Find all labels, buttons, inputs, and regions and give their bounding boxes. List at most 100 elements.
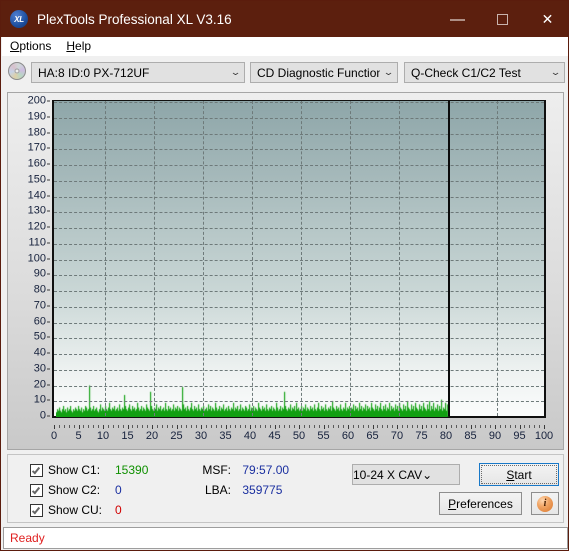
x-axis-tick-minor [406, 425, 408, 428]
y-axis-tick [47, 100, 50, 102]
x-axis-tick-minor [450, 425, 452, 428]
x-axis-tick-minor [475, 425, 477, 428]
menu-item-help[interactable]: Help [58, 37, 98, 56]
show-c1-checkbox[interactable] [30, 463, 43, 477]
y-axis-tick-label: 20 [33, 378, 46, 390]
lba-value: 359775 [242, 483, 283, 497]
x-axis-tick-label: 30 [194, 430, 208, 442]
speed-select-value: 10-24 X CAV [353, 467, 423, 482]
y-axis-tick-label: 140 [27, 189, 46, 201]
x-axis-tick [348, 425, 349, 429]
x-axis-tick-minor [284, 425, 286, 428]
x-axis-tick-minor [132, 425, 134, 428]
x-axis-tick-minor [367, 425, 369, 428]
drive-select[interactable]: HA:8 ID:0 PX-712UF ⌄ [31, 62, 245, 83]
chart-panel: 0 10 20 30 40 50 60 70 80 90 100 110 120 130 140 150 160… [7, 92, 564, 450]
y-axis-tick-label: 130 [27, 204, 46, 217]
y-axis-tick [47, 368, 50, 370]
x-axis-tick-minor [460, 425, 462, 428]
preferences-button[interactable]: Preferences [439, 492, 522, 515]
chevron-down-icon: ⌄ [382, 67, 395, 77]
x-axis-tick [323, 425, 325, 429]
show-c1-label: Show C1: [48, 463, 101, 477]
x-axis-tick-minor [191, 425, 193, 428]
preferences-accel: P [448, 496, 457, 511]
test-select[interactable]: Q-Check C1/C2 Test ⌄ [404, 62, 565, 83]
function-select[interactable]: CD Diagnostic Functions ⌄ [250, 62, 398, 83]
x-axis-tick-label: 85 [464, 430, 477, 442]
y-axis-tick-label: 70 [33, 299, 46, 312]
y-axis-tick [47, 147, 50, 149]
window-controls: — ✕ [435, 1, 568, 37]
x-axis-tick-label: 15 [121, 430, 134, 442]
y-axis-tick-label: 170 [27, 141, 46, 154]
info-button[interactable]: i [531, 492, 559, 515]
x-axis-tick [78, 425, 80, 429]
x-axis-tick-minor [504, 425, 506, 428]
y-axis-tick [47, 321, 50, 322]
x-axis-tick-minor [382, 425, 384, 428]
close-button[interactable]: ✕ [525, 1, 568, 37]
speed-select[interactable]: 10-24 X CAV ⌄ [352, 464, 460, 485]
y-axis-tick-label: 200 [27, 94, 46, 107]
status-bar: Ready [3, 527, 568, 549]
y-axis-tick-label: 100 [27, 252, 46, 264]
x-axis-tick-label: 100 [534, 430, 554, 442]
x-axis-tick [152, 425, 153, 429]
x-axis-tick-label: 55 [317, 430, 330, 442]
x-axis-tick-minor [220, 425, 222, 428]
x-axis-tick-minor [480, 425, 482, 428]
x-axis-tick-label: 50 [292, 430, 306, 442]
x-axis-tick [397, 425, 398, 429]
x-axis-tick [103, 425, 104, 429]
x-axis-tick-label: 45 [268, 430, 281, 442]
x-axis-tick-minor [83, 425, 85, 428]
status-text: Ready [10, 531, 45, 545]
x-axis-tick [250, 425, 251, 429]
x-axis-tick-minor [455, 425, 457, 428]
y-axis-tick [47, 258, 50, 259]
preferences-button-label: references [456, 496, 513, 511]
x-axis-tick-minor [539, 425, 541, 428]
start-button[interactable]: Start [479, 463, 559, 486]
x-axis-tick-minor [58, 425, 60, 428]
show-cu-checkbox[interactable] [30, 503, 43, 517]
menu-item-help-label: elp [75, 39, 92, 53]
x-axis-tick-minor [387, 425, 389, 428]
legend-row-c1: Show C1: 15390 [30, 463, 148, 477]
x-axis-tick-label: 10 [96, 430, 110, 442]
x-axis-tick-minor [343, 425, 345, 428]
x-axis-tick-label: 35 [219, 430, 232, 442]
x-axis-tick [544, 425, 545, 429]
x-axis-tick-minor [392, 425, 394, 428]
maximize-button[interactable] [480, 1, 525, 37]
msf-value: 79:57.00 [242, 463, 290, 477]
show-c2-checkbox[interactable] [30, 483, 43, 497]
y-axis-tick [47, 242, 50, 244]
data-end-marker [448, 101, 450, 416]
x-axis-tick-minor [240, 425, 242, 428]
x-axis-tick-minor [181, 425, 183, 428]
y-axis-tick-label: 110 [28, 236, 46, 249]
xl-logo-icon: XL [10, 10, 28, 28]
x-axis-tick [495, 425, 496, 429]
x-axis-tick-minor [142, 425, 144, 428]
y-axis-tick [47, 226, 50, 228]
x-axis-tick-label: 90 [488, 430, 502, 442]
x-axis-tick-minor [161, 425, 163, 428]
x-axis-tick-minor [245, 425, 247, 428]
chevron-down-icon: ⌄ [422, 467, 433, 482]
cu-count-value: 0 [115, 503, 122, 517]
x-axis-tick-minor [186, 425, 188, 428]
menu-item-options[interactable]: Options [2, 37, 58, 56]
x-axis-tick-minor [524, 425, 526, 428]
x-axis-tick-label: 25 [170, 430, 183, 442]
close-icon: ✕ [541, 11, 554, 27]
c1-count-value: 15390 [115, 463, 149, 477]
window-title: PlexTools Professional XL V3.16 [37, 11, 232, 27]
x-axis-tick-minor [328, 425, 330, 428]
x-axis-tick-minor [352, 425, 354, 428]
y-axis-tick-label: 180 [27, 126, 46, 138]
x-axis-tick-minor [210, 425, 212, 428]
x-axis-tick [446, 425, 447, 429]
